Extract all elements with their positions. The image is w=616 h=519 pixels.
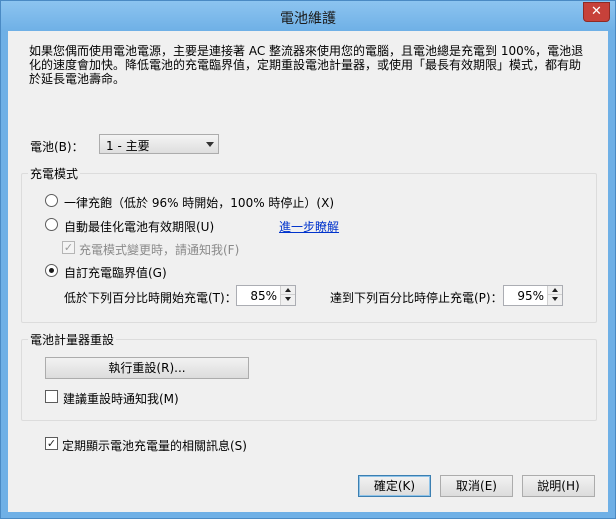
stop-threshold-spin-buttons: [547, 286, 562, 305]
charge-mode-group: 充電模式 一律充飽（低於 96% 時開始，100% 時停止）(X) 自動最佳化電…: [21, 165, 597, 323]
radio-always-full[interactable]: [45, 194, 58, 207]
gauge-reset-title: 電池計量器重設: [28, 331, 117, 348]
start-threshold-stepper[interactable]: 85%: [236, 285, 296, 306]
spin-up-icon[interactable]: [548, 286, 562, 295]
battery-select-value: 1 - 主要: [106, 139, 150, 153]
spin-up-icon[interactable]: [281, 286, 295, 295]
radio-always-full-label[interactable]: 一律充飽（低於 96% 時開始，100% 時停止）(X): [64, 194, 334, 211]
stop-threshold-value: 95%: [517, 289, 544, 303]
notify-change-label: 充電模式變更時，請通知我(F): [79, 243, 240, 257]
show-info-label[interactable]: 定期顯示電池充電量的相關訊息(S): [62, 437, 247, 454]
radio-auto-optimize[interactable]: [45, 218, 58, 231]
start-threshold-value: 85%: [250, 289, 277, 303]
show-info-checkbox[interactable]: ✓: [45, 437, 58, 450]
stop-threshold-label: 達到下列百分比時停止充電(P)：: [330, 291, 503, 305]
intro-text: 如果您偶而使用電池電源，主要是連接著 AC 整流器來使用您的電腦，且電池總是充電…: [29, 44, 584, 86]
title-bar[interactable]: 電池維護 ✕: [1, 1, 615, 31]
gauge-reset-group: 電池計量器重設 執行重設(R)... 建議重設時通知我(M): [21, 331, 597, 421]
radio-custom-threshold[interactable]: [45, 264, 58, 277]
notify-reset-label[interactable]: 建議重設時通知我(M): [63, 390, 179, 407]
start-threshold-label: 低於下列百分比時開始充電(T)：: [64, 291, 237, 305]
notify-change-checkbox[interactable]: ✓: [62, 241, 75, 254]
radio-auto-optimize-label[interactable]: 自動最佳化電池有效期限(U): [64, 218, 214, 235]
reset-gauge-button[interactable]: 執行重設(R)...: [45, 357, 249, 379]
cancel-button[interactable]: 取消(E): [440, 475, 513, 497]
spin-down-icon[interactable]: [281, 295, 295, 304]
spin-down-icon[interactable]: [548, 295, 562, 304]
chevron-down-icon: [206, 142, 214, 147]
ok-button[interactable]: 確定(K): [358, 475, 431, 497]
window-title: 電池維護: [280, 11, 336, 27]
dialog-body: 如果您偶而使用電池電源，主要是連接著 AC 整流器來使用您的電腦，且電池總是充電…: [8, 31, 608, 512]
notify-reset-checkbox[interactable]: [45, 390, 58, 403]
battery-select[interactable]: 1 - 主要: [99, 134, 219, 154]
battery-label: 電池(B)：: [30, 140, 84, 154]
close-icon: ✕: [591, 4, 602, 19]
radio-custom-threshold-label[interactable]: 自訂充電臨界值(G): [64, 264, 167, 281]
charge-mode-title: 充電模式: [28, 165, 81, 182]
help-button[interactable]: 說明(H): [522, 475, 595, 497]
learn-more-link[interactable]: 進一步瞭解: [279, 218, 339, 235]
stop-threshold-stepper[interactable]: 95%: [503, 285, 563, 306]
close-button[interactable]: ✕: [583, 2, 610, 22]
start-threshold-spin-buttons: [280, 286, 295, 305]
dialog-window: 電池維護 ✕ 如果您偶而使用電池電源，主要是連接著 AC 整流器來使用您的電腦，…: [0, 0, 616, 519]
